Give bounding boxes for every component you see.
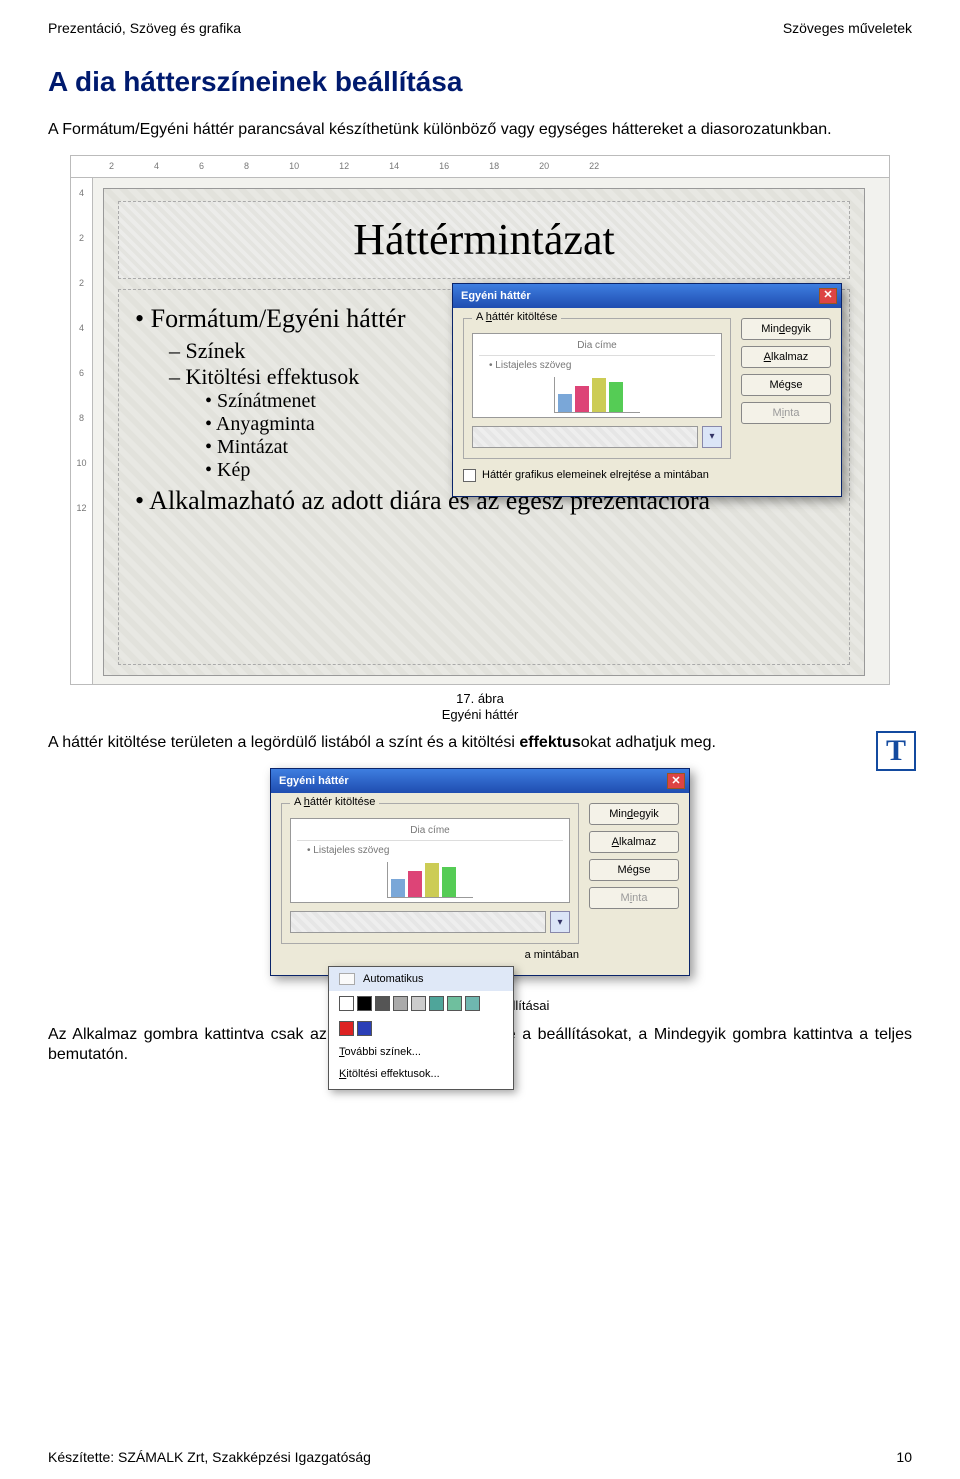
color-swatch[interactable]	[357, 996, 372, 1011]
preview-chart-icon	[387, 862, 473, 898]
chevron-down-icon[interactable]: ▾	[702, 426, 722, 448]
color-swatch[interactable]	[393, 996, 408, 1011]
fill-swatch	[290, 911, 546, 933]
paragraph-1: A Formátum/Egyéni háttér parancsával kés…	[48, 120, 912, 141]
preview-list-item: • Listajeles szöveg	[489, 360, 715, 371]
apply-button[interactable]: Alkalmaz	[741, 346, 831, 368]
checkbox-label-partial: a mintában	[281, 949, 579, 961]
header-left: Prezentáció, Szöveg és grafika	[48, 20, 241, 36]
color-row-2	[329, 1016, 513, 1041]
color-swatch[interactable]	[339, 1021, 354, 1036]
cancel-button[interactable]: Mégse	[741, 374, 831, 396]
color-swatch[interactable]	[339, 996, 354, 1011]
dialog-title: Egyéni háttér	[461, 290, 531, 302]
screenshot-slide-editor: 246810121416182022 4224681012 Háttérmint…	[70, 155, 890, 685]
more-colors-item[interactable]: További színek...	[329, 1041, 513, 1063]
preview-title: Dia címe	[297, 825, 563, 841]
dialog-title: Egyéni háttér	[279, 775, 349, 787]
color-row-1	[329, 991, 513, 1016]
header-right: Szöveges műveletek	[783, 20, 912, 36]
sample-button: Minta	[589, 887, 679, 909]
cancel-button[interactable]: Mégse	[589, 859, 679, 881]
close-icon[interactable]: ✕	[819, 288, 837, 304]
fill-group: A háttér kitöltése Dia címe • Listajeles…	[281, 803, 579, 944]
color-picker-popup: Automatikus További színek... Kitöltési …	[328, 966, 514, 1090]
page-number: 10	[896, 1449, 912, 1465]
chevron-down-icon[interactable]: ▾	[550, 911, 570, 933]
color-swatch[interactable]	[429, 996, 444, 1011]
color-swatch[interactable]	[375, 996, 390, 1011]
fill-color-dropdown[interactable]: ▾	[472, 426, 722, 448]
close-icon[interactable]: ✕	[667, 773, 685, 789]
color-auto-item[interactable]: Automatikus	[329, 967, 513, 991]
hide-graphics-checkbox[interactable]: Háttér grafikus elemeinek elrejtése a mi…	[463, 469, 731, 482]
checkbox-box[interactable]	[463, 469, 476, 482]
apply-button[interactable]: Alkalmaz	[589, 831, 679, 853]
checkbox-label: Háttér grafikus elemeinek elrejtése a mi…	[482, 469, 709, 481]
preview-title: Dia címe	[479, 340, 715, 356]
apply-all-button[interactable]: Mindegyik	[741, 318, 831, 340]
color-swatch[interactable]	[447, 996, 462, 1011]
figure-17-caption: 17. ábraEgyéni háttér	[48, 691, 912, 724]
page-title: A dia hátterszíneinek beállítása	[48, 66, 912, 98]
color-swatch[interactable]	[411, 996, 426, 1011]
slide-title-text: Háttérmintázat	[353, 214, 614, 265]
fill-preview: Dia címe • Listajeles szöveg	[472, 333, 722, 418]
fill-group-legend: A háttér kitöltése	[290, 796, 379, 808]
fill-preview: Dia címe • Listajeles szöveg	[290, 818, 570, 903]
color-swatch[interactable]	[465, 996, 480, 1011]
ruler-vertical: 4224681012	[71, 178, 93, 684]
fill-color-dropdown[interactable]: ▾	[290, 911, 570, 933]
slide-canvas: Háttérmintázat Formátum/Egyéni háttérSzí…	[103, 188, 865, 676]
tip-icon: T	[876, 731, 916, 771]
fill-group: A háttér kitöltése Dia címe • Listajeles…	[463, 318, 731, 459]
color-swatch[interactable]	[357, 1021, 372, 1036]
screenshot-dialog-with-popup: Egyéni háttér ✕ A háttér kitöltése Dia c…	[270, 768, 690, 976]
preview-chart-icon	[554, 377, 640, 413]
paragraph-2: A háttér kitöltése területen a legördülő…	[48, 733, 912, 754]
color-auto-label: Automatikus	[363, 973, 424, 985]
apply-all-button[interactable]: Mindegyik	[589, 803, 679, 825]
dialog-titlebar[interactable]: Egyéni háttér ✕	[271, 769, 689, 793]
dialog-egyeni-hatter-2: Egyéni háttér ✕ A háttér kitöltése Dia c…	[270, 768, 690, 976]
ruler-horizontal: 246810121416182022	[71, 156, 889, 178]
fill-effects-item[interactable]: Kitöltési effektusok...	[329, 1063, 513, 1085]
auto-swatch-icon	[339, 973, 355, 985]
fill-group-legend: A háttér kitöltése	[472, 311, 561, 323]
sample-button: Minta	[741, 402, 831, 424]
fill-swatch	[472, 426, 698, 448]
footer-text: Készítette: SZÁMALK Zrt, Szakképzési Iga…	[48, 1449, 371, 1465]
dialog-titlebar[interactable]: Egyéni háttér ✕	[453, 284, 841, 308]
dialog-egyeni-hatter: Egyéni háttér ✕ A háttér kitöltése Dia c…	[452, 283, 842, 497]
preview-list-item: • Listajeles szöveg	[307, 845, 563, 856]
slide-title-placeholder[interactable]: Háttérmintázat	[118, 201, 850, 279]
